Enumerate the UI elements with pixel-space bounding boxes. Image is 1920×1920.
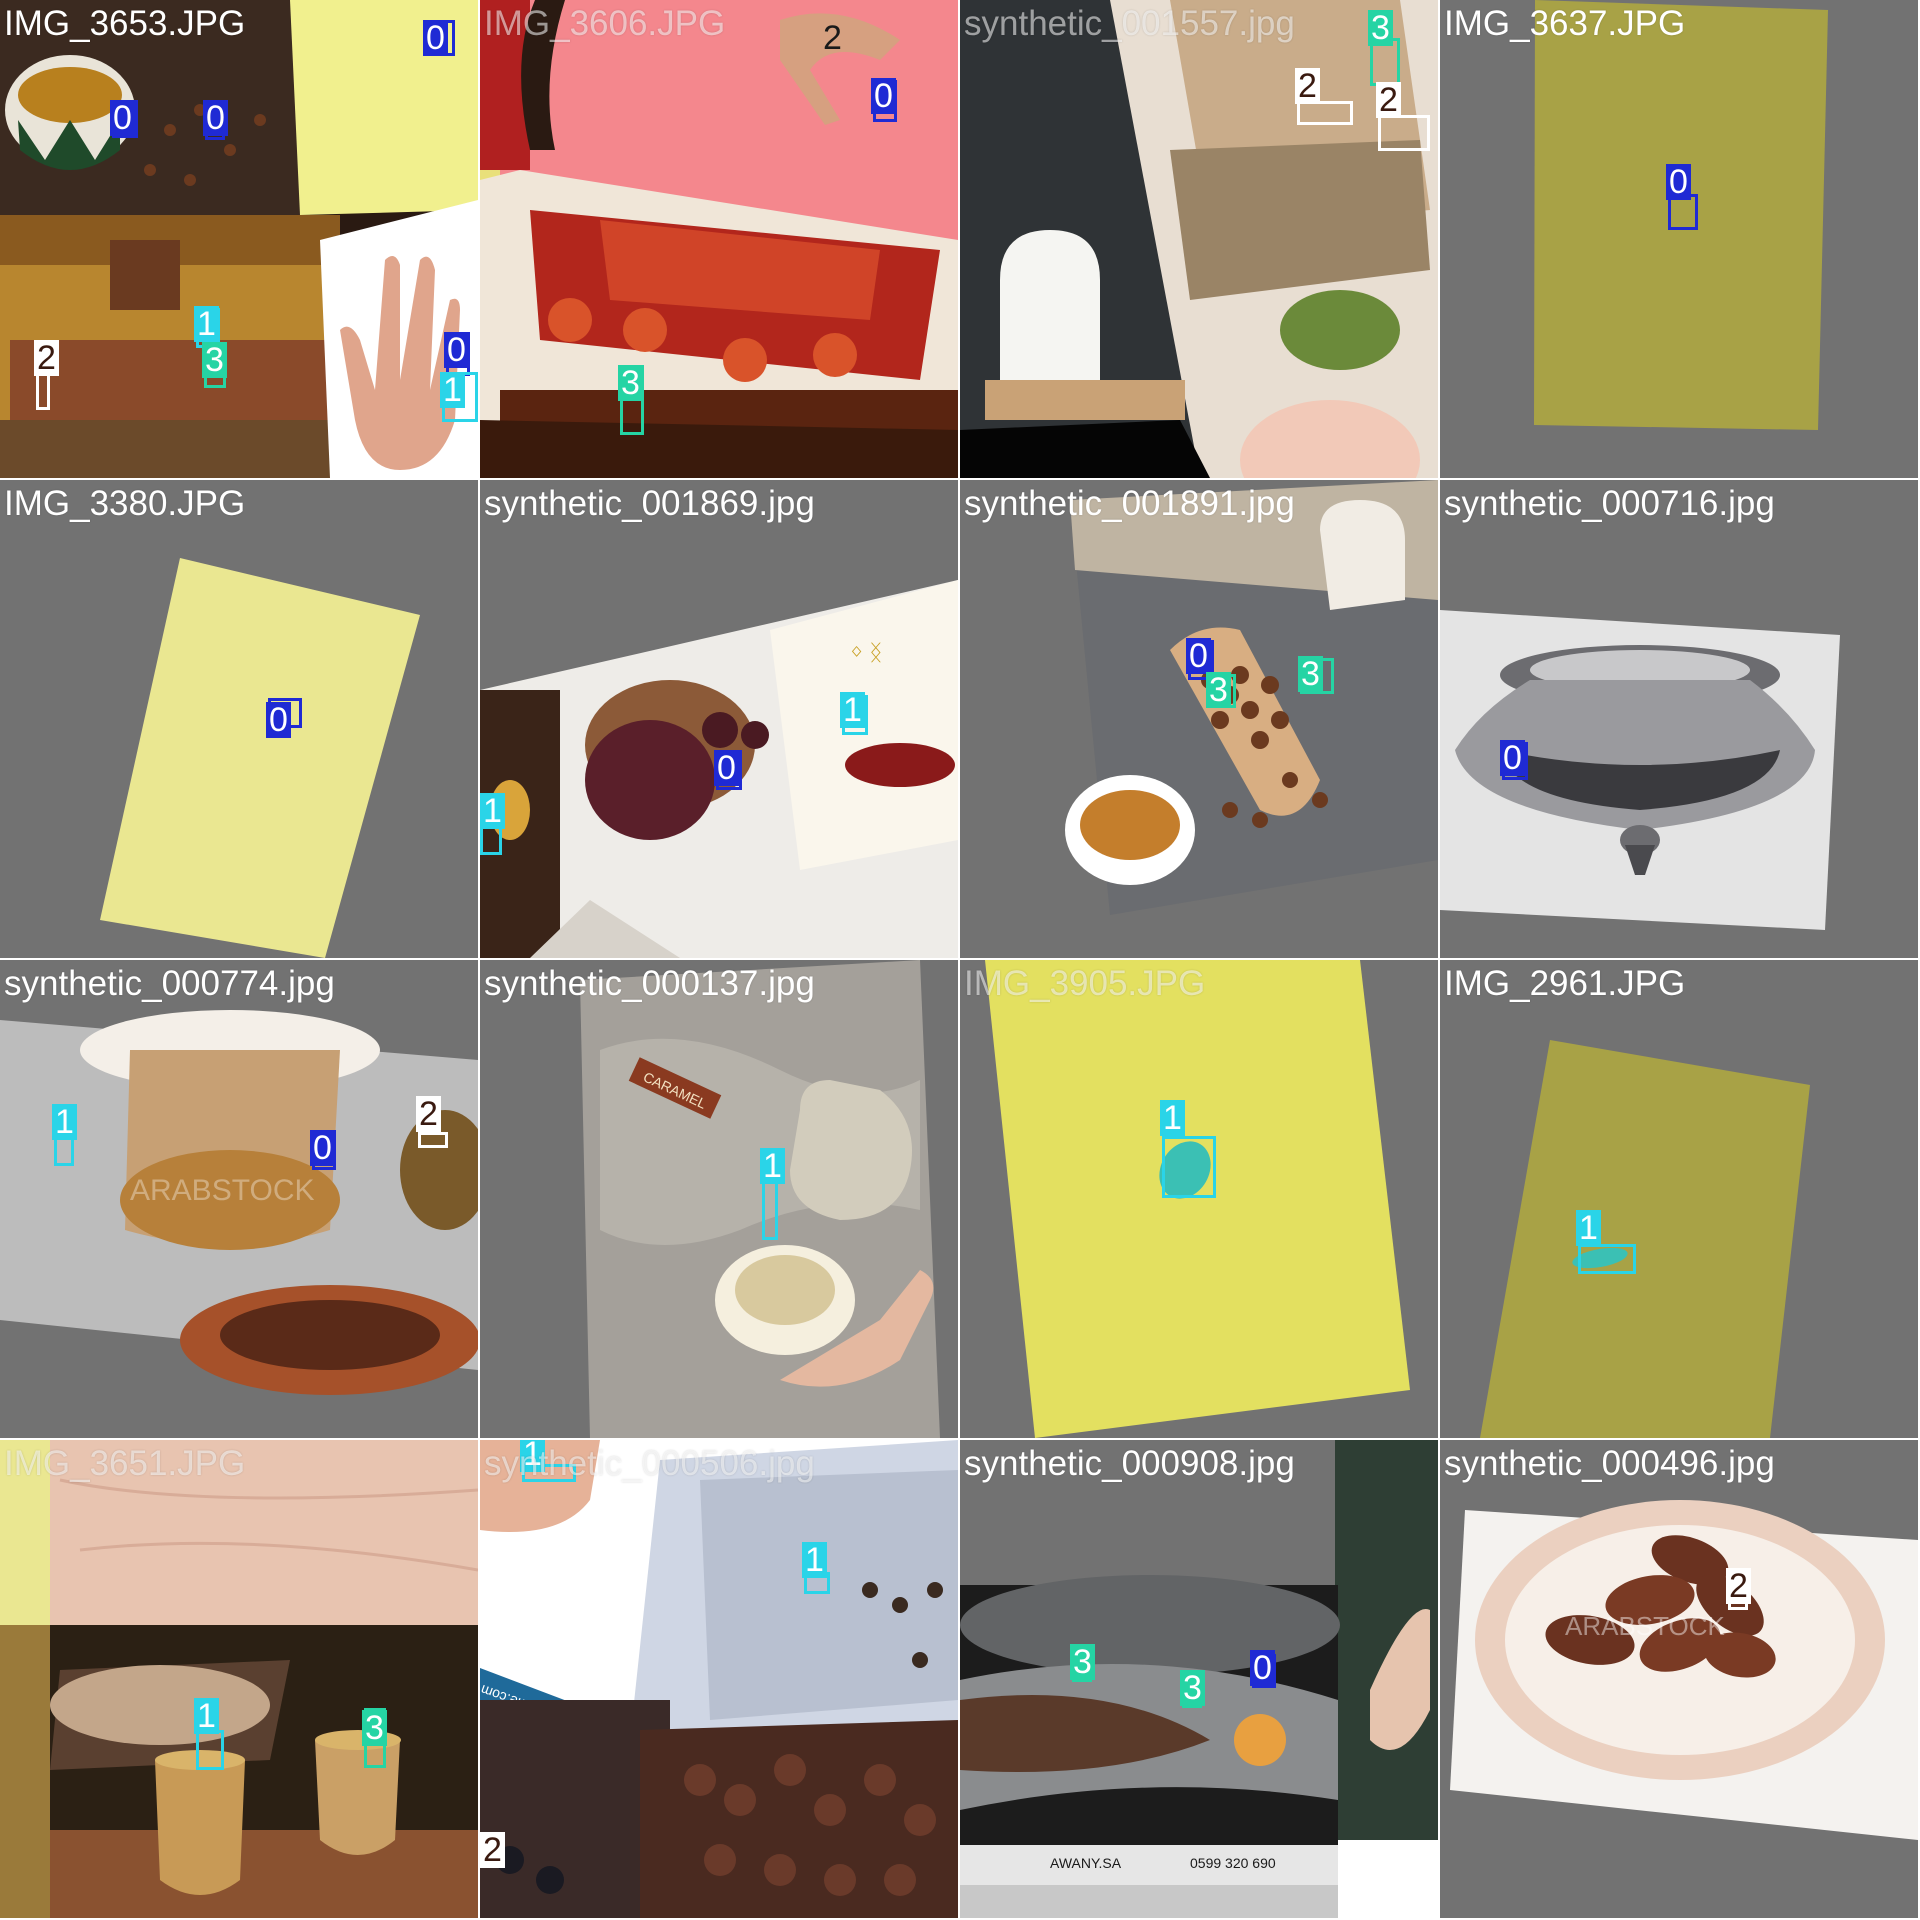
- image-filename-label: IMG_3606.JPG: [484, 4, 726, 43]
- image-filename-label: synthetic_000506.jpg: [484, 1444, 815, 1483]
- class-tag: 3: [1180, 1670, 1205, 1706]
- phone-number-text: 0599 320 690: [1190, 1855, 1276, 1871]
- class-tag: 3: [202, 342, 227, 378]
- class-tag: 1: [440, 372, 465, 408]
- class-tag: 0: [266, 702, 291, 738]
- brand-text: AWANY.SA: [1050, 1855, 1122, 1871]
- mosaic-tile: 0 0 0 1 3 2 0 1 IMG_3653.JPG: [0, 0, 478, 478]
- class-tag: 3: [1070, 1644, 1095, 1680]
- detection-box: [196, 1730, 224, 1770]
- class-tag: 2: [823, 19, 842, 57]
- class-tag: 3: [618, 365, 643, 401]
- class-tag: 0: [871, 78, 896, 114]
- class-tag: 2: [1376, 82, 1401, 118]
- stock-watermark: ARABSTOCK: [1565, 1611, 1726, 1641]
- image-filename-label: synthetic_001557.jpg: [964, 4, 1295, 43]
- class-tag: 3: [362, 1710, 387, 1746]
- class-tag: 0: [1250, 1650, 1275, 1686]
- image-filename-label: IMG_3905.JPG: [964, 964, 1206, 1003]
- mosaic-tile: ARABSTOCK 2 synthetic_000496.jpg: [1440, 1440, 1918, 1918]
- svg-text:ᛜ ᛝ: ᛜ ᛝ: [850, 640, 883, 665]
- class-tag: 1: [1160, 1100, 1185, 1136]
- class-tag: 1: [52, 1104, 77, 1140]
- tile-image: [0, 1440, 478, 1918]
- detection-box: [1378, 115, 1430, 151]
- tile-image: [1440, 0, 1918, 478]
- class-tag: 2: [416, 1096, 441, 1132]
- class-tag: 1: [760, 1148, 785, 1184]
- class-tag: 0: [1500, 740, 1525, 776]
- tile-image: CARAMEL: [480, 960, 958, 1438]
- mosaic-tile: 0 IMG_3380.JPG: [0, 480, 478, 958]
- image-filename-label: synthetic_001869.jpg: [484, 484, 815, 523]
- image-filename-label: IMG_3651.JPG: [4, 1444, 246, 1483]
- mosaic-tile: 1 IMG_3905.JPG: [960, 960, 1438, 1438]
- tile-image: ARABSTOCK: [1440, 1440, 1918, 1918]
- image-filename-label: IMG_2961.JPG: [1444, 964, 1686, 1003]
- image-filename-label: IMG_3653.JPG: [4, 4, 246, 43]
- tile-image: [960, 0, 1438, 478]
- mosaic-tile: 1 3 IMG_3651.JPG: [0, 1440, 478, 1918]
- image-filename-label: synthetic_000137.jpg: [484, 964, 815, 1003]
- class-tag: 0: [110, 100, 135, 136]
- class-tag: 1: [802, 1542, 827, 1578]
- tile-image: dreamstime.com: [480, 1440, 958, 1918]
- mosaic-tile: 1 IMG_2961.JPG: [1440, 960, 1918, 1438]
- tile-image: [0, 480, 478, 958]
- mosaic-tile: ᛜ ᛝ 1 0 1 synthetic_001869.jpg: [480, 480, 958, 958]
- class-tag: 2: [34, 340, 59, 376]
- image-filename-label: synthetic_000908.jpg: [964, 1444, 1295, 1483]
- image-filename-label: synthetic_000496.jpg: [1444, 1444, 1775, 1483]
- mosaic-grid: 0 0 0 1 3 2 0 1 IMG_3653.JPG 0 3 2 IMG_3…: [0, 0, 1920, 1920]
- stock-watermark: ARABSTOCK: [130, 1174, 315, 1207]
- mosaic-tile: ARABSTOCK 1 0 2 synthetic_000774.jpg: [0, 960, 478, 1438]
- mosaic-tile: 0599 320 690 AWANY.SA 3 3 0 synthetic_00…: [960, 1440, 1438, 1918]
- tile-image: [960, 960, 1438, 1438]
- mosaic-tile: 3 2 2 synthetic_001557.jpg: [960, 0, 1438, 478]
- mosaic-tile: CARAMEL 1 synthetic_000137.jpg: [480, 960, 958, 1438]
- class-tag: 1: [194, 306, 219, 342]
- mosaic-tile: dreamstime.com 1 1 2 synthetic_000506.jp…: [480, 1440, 958, 1918]
- image-filename-label: IMG_3380.JPG: [4, 484, 246, 523]
- class-tag: 2: [1726, 1568, 1751, 1604]
- detection-box: [1578, 1244, 1636, 1274]
- class-tag: 3: [1206, 672, 1231, 708]
- class-tag: 0: [444, 332, 469, 368]
- tile-image: ARABSTOCK: [0, 960, 478, 1438]
- class-tag: 0: [203, 100, 228, 136]
- class-tag: 0: [1186, 638, 1211, 674]
- detection-box: [1162, 1136, 1216, 1198]
- class-tag: 0: [1666, 164, 1691, 200]
- tile-image: [1440, 480, 1918, 958]
- image-filename-label: synthetic_000716.jpg: [1444, 484, 1775, 523]
- image-filename-label: IMG_3637.JPG: [1444, 4, 1686, 43]
- class-tag: 1: [480, 793, 505, 829]
- class-tag: 2: [480, 1832, 505, 1868]
- class-tag: 0: [714, 750, 739, 786]
- tile-image: [0, 0, 478, 478]
- tile-image: [1440, 960, 1918, 1438]
- class-tag: 0: [423, 20, 448, 56]
- class-tag: 0: [310, 1130, 335, 1166]
- image-filename-label: synthetic_000774.jpg: [4, 964, 335, 1003]
- tile-image: [480, 0, 958, 478]
- class-tag: 3: [1298, 656, 1323, 692]
- image-filename-label: synthetic_001891.jpg: [964, 484, 1295, 523]
- class-tag: 1: [840, 692, 865, 728]
- mosaic-tile: 0 3 3 synthetic_001891.jpg: [960, 480, 1438, 958]
- class-tag: 1: [1576, 1210, 1601, 1246]
- tile-image: ᛜ ᛝ: [480, 480, 958, 958]
- class-tag: 2: [1295, 68, 1320, 104]
- mosaic-tile: 0 synthetic_000716.jpg: [1440, 480, 1918, 958]
- class-tag: 1: [194, 1698, 219, 1734]
- mosaic-tile: 0 3 2 IMG_3606.JPG: [480, 0, 958, 478]
- tile-image: [960, 480, 1438, 958]
- mosaic-tile: 0 IMG_3637.JPG: [1440, 0, 1918, 478]
- detection-box: [418, 1132, 448, 1148]
- class-tag: 3: [1368, 10, 1393, 46]
